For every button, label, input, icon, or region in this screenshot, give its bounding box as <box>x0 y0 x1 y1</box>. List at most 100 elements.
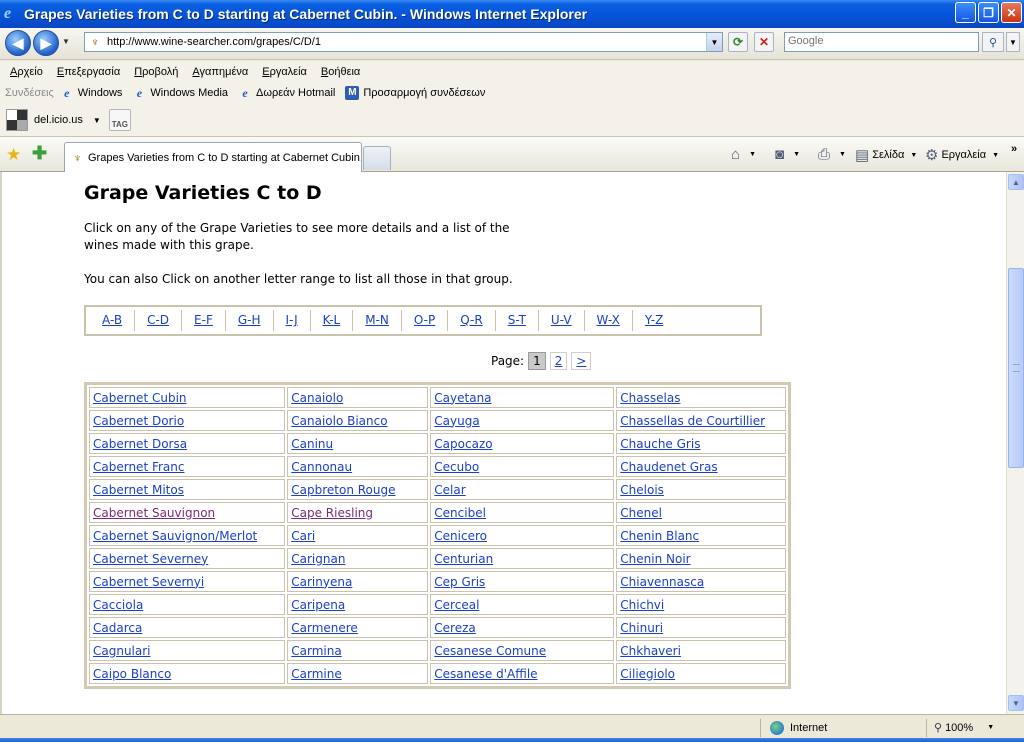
grape-link[interactable]: Cari <box>291 529 315 543</box>
range-link[interactable]: O-P <box>402 310 449 331</box>
search-box[interactable] <box>784 32 979 52</box>
range-link[interactable]: G-H <box>226 310 274 331</box>
grape-link[interactable]: Celar <box>434 483 465 497</box>
grape-link[interactable]: Cep Gris <box>434 575 485 589</box>
zoom-level[interactable]: ⚲ 100% ▼ <box>934 721 994 735</box>
tools-menu-button[interactable]: ⚙ Εργαλεία ▼ <box>925 146 999 164</box>
grape-link[interactable]: Chenin Blanc <box>620 529 699 543</box>
vertical-scrollbar[interactable]: ▲ ▼ <box>1006 172 1024 714</box>
delicious-dropdown-icon[interactable]: ▼ <box>93 116 101 125</box>
maximize-button[interactable]: ❐ <box>978 2 999 23</box>
grape-link[interactable]: Canaiolo <box>291 391 343 405</box>
grape-link[interactable]: Chauche Gris <box>620 437 700 451</box>
history-dropdown-icon[interactable]: ▼ <box>62 37 70 46</box>
range-link[interactable]: C-D <box>135 310 183 331</box>
grape-link[interactable]: Cenicero <box>434 529 487 543</box>
range-link[interactable]: W-X <box>585 310 633 331</box>
grape-link[interactable]: Canaiolo Bianco <box>291 414 387 428</box>
refresh-button[interactable]: ⟳ <box>728 32 748 52</box>
link-windows[interactable]: e Windows <box>60 86 122 100</box>
search-options-dropdown-icon[interactable]: ▼ <box>1006 32 1020 52</box>
grape-link[interactable]: Carmenere <box>291 621 358 635</box>
grape-link[interactable]: Cerceal <box>434 598 479 612</box>
grape-link[interactable]: Chenel <box>620 506 662 520</box>
page-menu-button[interactable]: ▤ Σελίδα ▼ <box>855 146 917 164</box>
grape-link[interactable]: Cagnulari <box>93 644 151 658</box>
grape-link[interactable]: Chenin Noir <box>620 552 690 566</box>
grape-link[interactable]: Capocazo <box>434 437 492 451</box>
scroll-down-button[interactable]: ▼ <box>1008 695 1024 711</box>
new-tab-button[interactable] <box>363 146 391 170</box>
grape-link[interactable]: Cape Riesling <box>291 506 373 520</box>
address-bar[interactable]: ♆ ▼ <box>84 32 723 52</box>
minimize-button[interactable]: _ <box>955 2 976 23</box>
range-link[interactable]: A-B <box>90 310 136 331</box>
search-input[interactable] <box>788 35 978 47</box>
url-input[interactable] <box>107 36 697 48</box>
menu-view[interactable]: Προβολή <box>127 66 185 78</box>
search-icon[interactable]: ⚲ <box>982 32 1004 52</box>
menu-favorites[interactable]: Αγαπημένα <box>185 66 255 78</box>
grape-link[interactable]: Caripena <box>291 598 345 612</box>
grape-link[interactable]: Cabernet Sauvignon <box>93 506 215 520</box>
grape-link[interactable]: Chassellas de Courtillier <box>620 414 765 428</box>
forward-button[interactable]: ▶ <box>33 30 59 56</box>
tag-button[interactable]: TAG <box>108 109 131 131</box>
page-2-link[interactable]: 2 <box>549 352 568 370</box>
grape-link[interactable]: Cecubo <box>434 460 479 474</box>
menu-edit[interactable]: Επεξεργασία <box>50 66 127 78</box>
grape-link[interactable]: Cabernet Sauvignon/Merlot <box>93 529 257 543</box>
add-favorite-icon[interactable]: ✚ <box>32 143 47 164</box>
grape-link[interactable]: Ciliegiolo <box>620 667 675 681</box>
address-dropdown-icon[interactable]: ▼ <box>706 33 722 51</box>
grape-link[interactable]: Caipo Blanco <box>93 667 171 681</box>
grape-link[interactable]: Cesanese Comune <box>434 644 546 658</box>
grape-link[interactable]: Centurian <box>434 552 493 566</box>
grape-link[interactable]: Chelois <box>620 483 664 497</box>
feeds-button[interactable]: ◙ ▼ <box>775 146 800 163</box>
grape-link[interactable]: Cabernet Franc <box>93 460 184 474</box>
grape-link[interactable]: Cabernet Cubin <box>93 391 187 405</box>
grape-link[interactable]: Cencibel <box>434 506 486 520</box>
grape-link[interactable]: Chkhaveri <box>620 644 681 658</box>
range-link[interactable]: Y-Z <box>633 310 675 331</box>
menu-file[interactable]: Αρχείο <box>3 66 50 78</box>
range-link[interactable]: K-L <box>311 310 354 331</box>
delicious-label[interactable]: del.icio.us <box>34 114 83 126</box>
security-zone[interactable]: Internet <box>770 721 827 735</box>
menu-help[interactable]: Βοήθεια <box>314 66 367 78</box>
grape-link[interactable]: Chichvi <box>620 598 664 612</box>
range-link[interactable]: I-J <box>274 310 311 331</box>
grape-link[interactable]: Capbreton Rouge <box>291 483 395 497</box>
grape-link[interactable]: Carmine <box>291 667 341 681</box>
menu-tools[interactable]: Εργαλεία <box>255 66 314 78</box>
scrollbar-thumb[interactable] <box>1008 268 1024 468</box>
grape-link[interactable]: Cabernet Dorio <box>93 414 184 428</box>
print-button[interactable]: ⎙ ▼ <box>818 146 846 163</box>
tab-grapes[interactable]: ♆ Grapes Varieties from C to D starting … <box>64 142 362 172</box>
grape-link[interactable]: Cabernet Severnyi <box>93 575 204 589</box>
stop-button[interactable]: ✕ <box>754 32 774 52</box>
close-button[interactable]: ✕ <box>1001 2 1022 23</box>
grape-link[interactable]: Chinuri <box>620 621 663 635</box>
grape-link[interactable]: Cayuga <box>434 414 479 428</box>
grape-link[interactable]: Cabernet Dorsa <box>93 437 187 451</box>
grape-link[interactable]: Cesanese d'Affile <box>434 667 537 681</box>
back-button[interactable]: ◀ <box>5 30 31 56</box>
favorites-star-icon[interactable]: ★ <box>6 145 21 165</box>
grape-link[interactable]: Cadarca <box>93 621 142 635</box>
link-windows-media[interactable]: e Windows Media <box>132 86 228 100</box>
grape-link[interactable]: Chasselas <box>620 391 680 405</box>
home-button[interactable]: ⌂ ▼ <box>731 146 756 163</box>
grape-link[interactable]: Carmina <box>291 644 341 658</box>
grape-link[interactable]: Cabernet Mitos <box>93 483 184 497</box>
range-link[interactable]: U-V <box>539 310 585 331</box>
range-link[interactable]: E-F <box>182 310 226 331</box>
range-link[interactable]: M-N <box>353 310 402 331</box>
range-link[interactable]: Q-R <box>448 310 496 331</box>
grape-link[interactable]: Cayetana <box>434 391 491 405</box>
grape-link[interactable]: Chaudenet Gras <box>620 460 717 474</box>
grape-link[interactable]: Cereza <box>434 621 475 635</box>
link-customize-links[interactable]: M Προσαρμογή συνδέσεων <box>345 86 485 100</box>
grape-link[interactable]: Cabernet Severney <box>93 552 208 566</box>
